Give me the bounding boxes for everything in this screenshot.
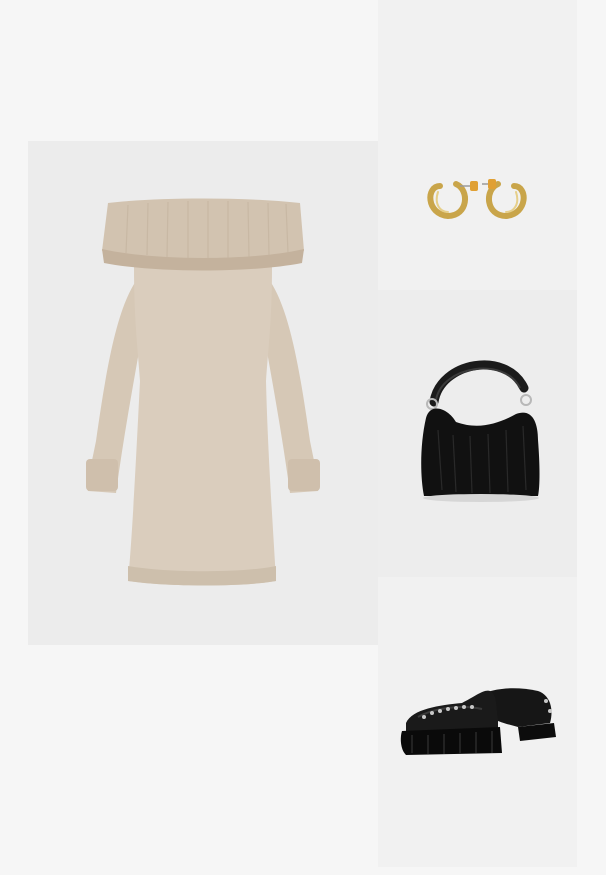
product-tile-dress[interactable] [28, 141, 378, 645]
product-tile-loafers[interactable] [378, 577, 577, 867]
dress-icon [86, 198, 320, 586]
product-tile-handbag[interactable] [378, 290, 577, 577]
loafer-shoe-icon [400, 688, 556, 755]
product-tile-earrings[interactable] [378, 0, 577, 290]
outfit-board [0, 0, 606, 875]
earrings-icon [427, 179, 527, 220]
handbag-icon [421, 360, 540, 502]
